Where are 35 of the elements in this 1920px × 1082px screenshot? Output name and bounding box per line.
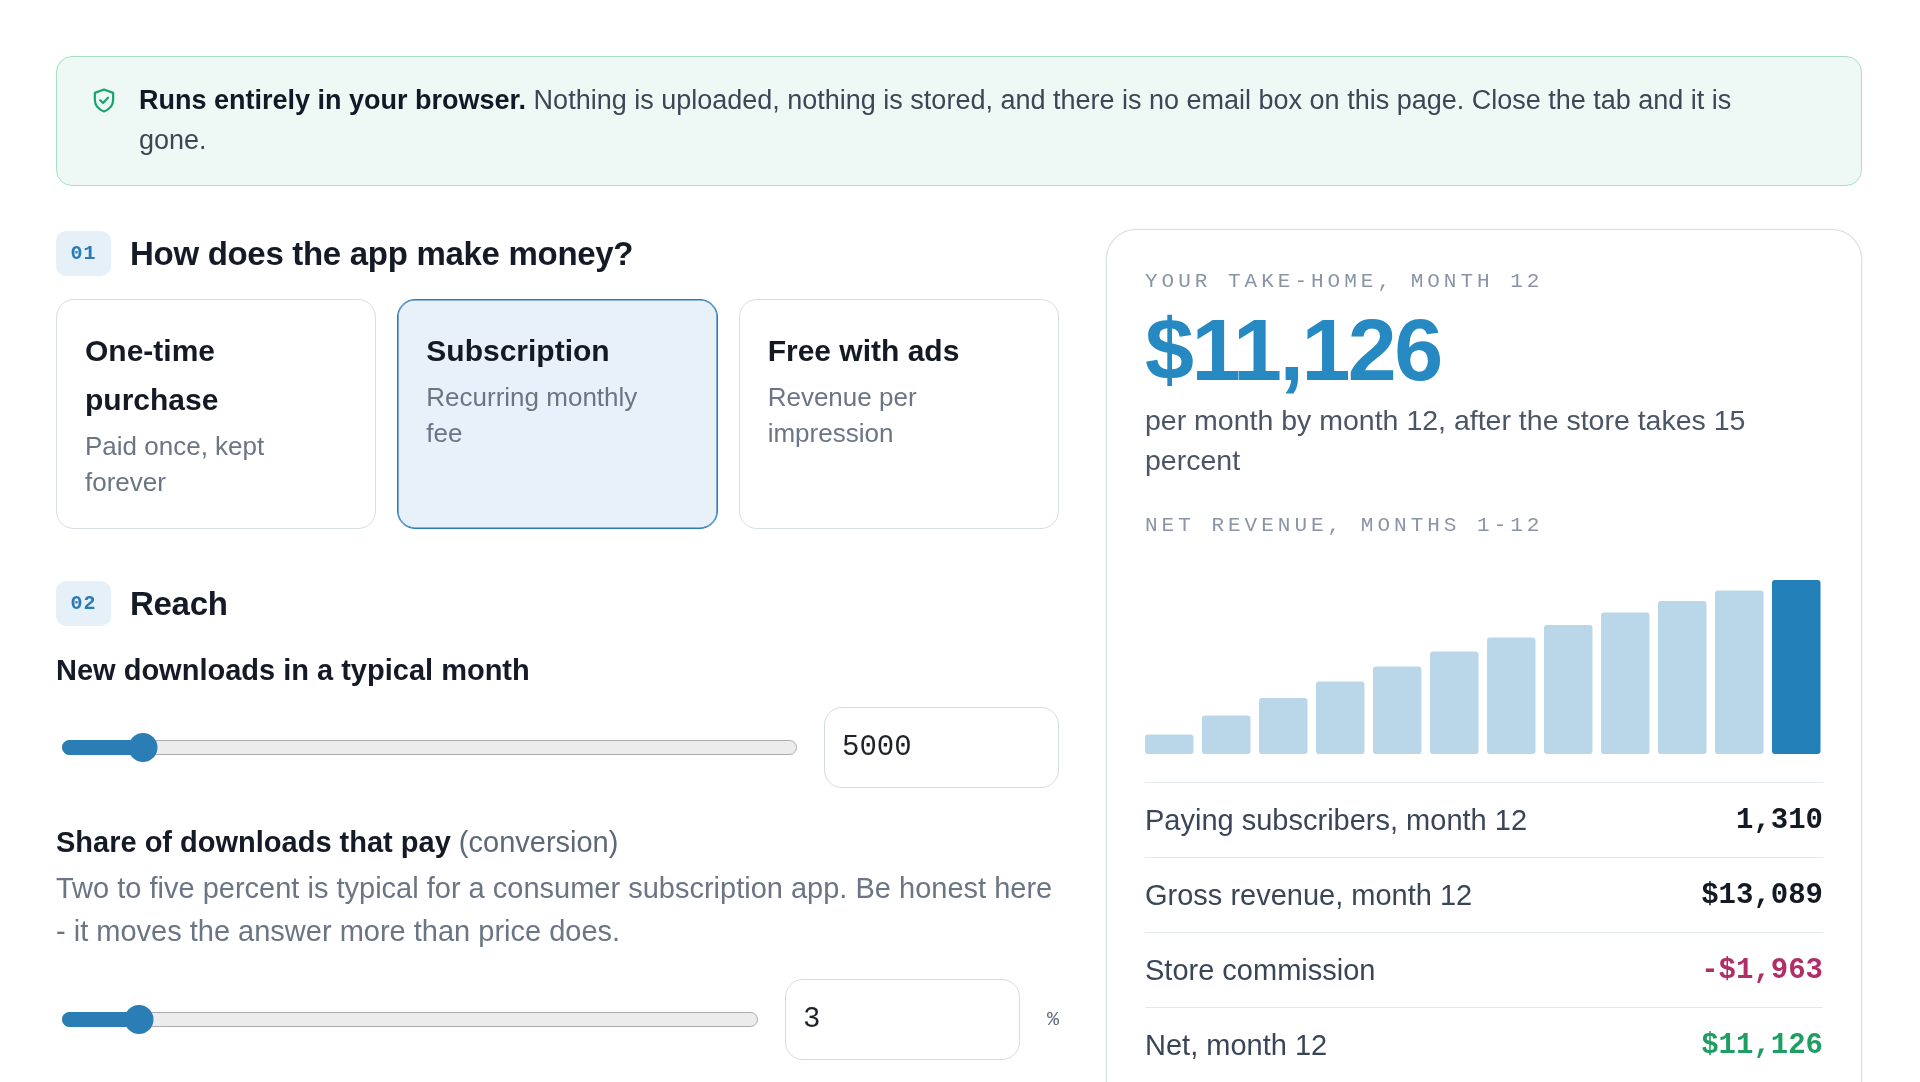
step-number: 02 — [56, 581, 111, 626]
month-bar — [1145, 734, 1194, 754]
notice-text: Runs entirely in your browser. Nothing is uploaded, nothing is stored, and there is no email box on this page. Close the tab and it is gone. — [139, 84, 1733, 157]
metric-label: Store commission — [1145, 953, 1376, 987]
metric-value: $11,126 — [1701, 1028, 1823, 1062]
shield-check-icon — [93, 88, 115, 113]
option-card[interactable]: Free with ads Revenue per impression — [738, 299, 1059, 529]
field-note: (conversion) — [458, 826, 619, 858]
number-field[interactable]: 3 — [785, 979, 1020, 1060]
metric-value: -$1,963 — [1701, 953, 1823, 987]
number-field[interactable]: 5000 — [824, 707, 1059, 788]
step-number: 01 — [56, 231, 111, 276]
option-card[interactable]: Subscription Recurring monthly fee — [397, 299, 718, 529]
take-home-amount: $11,126 — [1145, 306, 1441, 394]
help-text: Two to five percent is typical for a consumer subscription app. Be honest here - it moves the answer more than price does. — [56, 871, 1054, 949]
slider-thumb[interactable] — [128, 733, 158, 762]
slider-track[interactable] — [62, 1005, 758, 1034]
chart-title: NET REVENUE, MONTHS 1-12 — [1145, 513, 1544, 539]
month-bar — [1202, 715, 1251, 754]
metric-label: Paying subscribers, month 12 — [1145, 803, 1528, 837]
unit-label: % — [1047, 1008, 1059, 1031]
metric-label: Gross revenue, month 12 — [1145, 878, 1473, 912]
metric-label: Net, month 12 — [1145, 1028, 1328, 1062]
field-label: Share of downloads that pay — [56, 826, 451, 858]
field-label: New downloads in a typical month — [56, 654, 530, 686]
option-card[interactable]: One-time purchase Paid once, kept forever — [56, 299, 377, 529]
amount-caption: per month by month 12, after the store takes 15 percent — [1145, 403, 1747, 478]
metric-value: $13,089 — [1701, 878, 1823, 912]
slider-thumb[interactable] — [124, 1005, 154, 1034]
slider-track[interactable] — [62, 733, 797, 762]
metric-value: 1,310 — [1736, 803, 1823, 837]
month-bar — [1259, 698, 1308, 754]
section-heading: Reach — [130, 584, 228, 624]
section-heading: How does the app make money? — [130, 234, 634, 274]
result-label: YOUR TAKE-HOME, MONTH 12 — [1145, 269, 1544, 295]
